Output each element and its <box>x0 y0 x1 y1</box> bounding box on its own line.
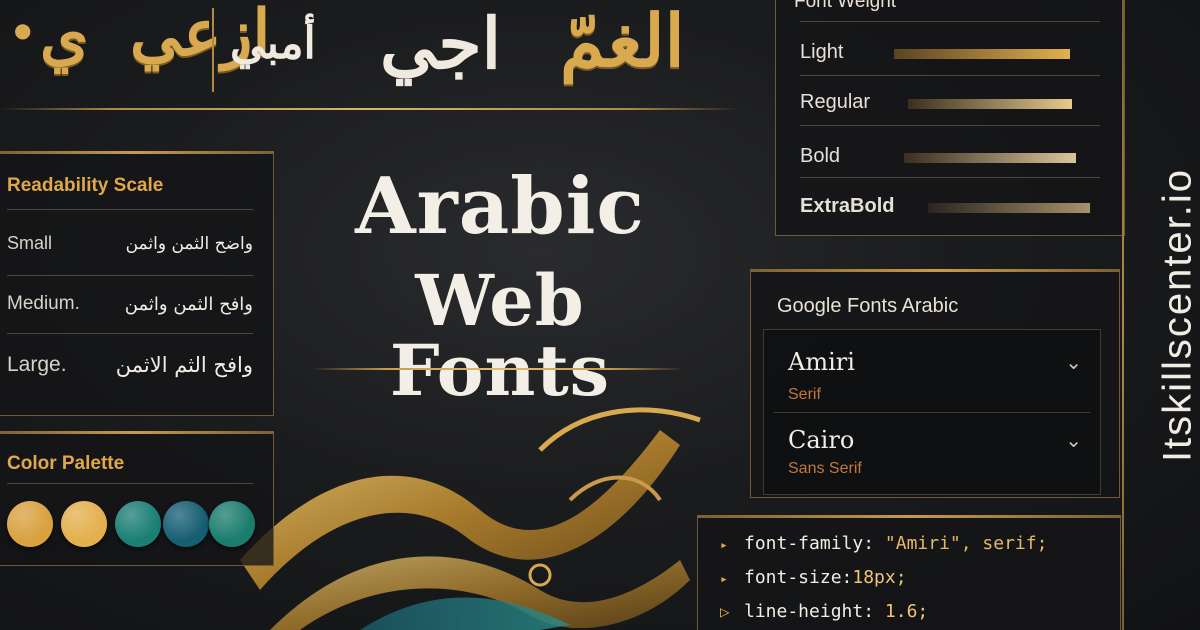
brand-sidebar: Itskillscenter.io <box>1118 0 1200 630</box>
font-weight-bar <box>894 49 1070 59</box>
chevron-down-icon[interactable]: ⌄ <box>1065 350 1082 374</box>
headline-underline <box>312 368 684 370</box>
color-palette-title: Color Palette <box>7 453 125 474</box>
readability-sample: واضح الثمن واثمن <box>125 233 253 254</box>
css-code-panel: ▸ font-family: "Amiri", serif; ▸ font-size… <box>697 515 1121 630</box>
brand-url[interactable]: Itskillscenter.io <box>1156 168 1200 462</box>
google-fonts-panel: Google Fonts Arabic Amiri Serif ⌄ Cairo … <box>750 269 1120 498</box>
readability-sample: وافح الثمن واثمن <box>124 293 253 315</box>
bullet-icon: ▸ <box>720 538 728 553</box>
readability-label: Large. <box>7 353 67 376</box>
readability-label: Medium. <box>7 293 80 314</box>
font-weight-bar <box>928 203 1090 213</box>
font-weight-bar <box>908 99 1072 109</box>
font-weight-label: ExtraBold <box>800 195 895 217</box>
readability-title: Readability Scale <box>7 175 164 196</box>
google-fonts-title: Google Fonts Arabic <box>777 295 959 317</box>
font-weight-row-regular: Regular <box>800 87 1100 117</box>
headline-line-2: Web Fonts <box>389 259 611 412</box>
font-weight-label: Light <box>800 41 844 63</box>
panel-top-accent <box>750 269 1120 272</box>
top-calligraphy-strip: ● ي ازعي أمبي اجي الغمّ <box>0 0 740 112</box>
code-value: 18px; <box>852 567 907 588</box>
divider <box>7 483 253 484</box>
font-option-name: Amiri <box>788 348 855 376</box>
code-property: line-height: <box>744 601 875 622</box>
calligraphy-dot-ornament: ● <box>14 18 32 42</box>
divider <box>800 21 1100 22</box>
calligraphy-word: الغمّ <box>560 0 685 83</box>
panel-top-accent <box>0 431 274 434</box>
panel-top-accent <box>697 515 1121 518</box>
divider <box>7 333 253 334</box>
code-property: font-family: <box>744 533 875 554</box>
font-weight-row-bold: Bold <box>800 141 1100 171</box>
font-select-list: Amiri Serif ⌄ Cairo Sans Serif ⌄ <box>763 329 1101 495</box>
font-weight-row-light: Light <box>800 37 1100 67</box>
page-title: Arabic Web Fonts <box>300 168 700 406</box>
font-weight-bar <box>904 153 1076 163</box>
readability-label: Small <box>7 233 53 253</box>
font-weight-panel: Font Weight Light Regular Bold ExtraBold <box>775 0 1125 236</box>
font-weight-row-extrabold: ExtraBold <box>800 191 1100 221</box>
color-swatch[interactable] <box>209 501 255 547</box>
font-weight-label: Bold <box>800 145 841 167</box>
font-weight-label: Regular <box>800 91 871 113</box>
divider <box>800 177 1100 178</box>
font-option-category: Sans Serif <box>788 460 862 477</box>
code-line: ▸ font-family: "Amiri", serif; <box>720 533 1047 554</box>
code-property: font-size: <box>744 567 853 588</box>
code-value: 1.6; <box>884 601 929 622</box>
color-swatch[interactable] <box>115 501 161 547</box>
divider <box>774 412 1090 413</box>
divider <box>7 275 253 276</box>
divider <box>800 125 1100 126</box>
font-weight-title: Font Weight <box>794 0 897 12</box>
code-line: ▷ line-height: 1.6; <box>720 601 928 622</box>
font-option-amiri[interactable]: Amiri Serif ⌄ <box>774 348 1090 408</box>
calligraphy-word: أمبي <box>230 18 316 69</box>
bullet-icon: ▷ <box>720 602 730 621</box>
calligraphy-divider <box>212 8 214 92</box>
bullet-icon: ▸ <box>720 572 728 587</box>
divider <box>7 209 253 210</box>
panel-top-accent <box>0 151 274 154</box>
readability-sample: وافح الثم الاثمن <box>115 353 253 377</box>
code-value: "Amiri", serif; <box>884 533 1048 554</box>
code-line: ▸ font-size:18px; <box>720 567 907 588</box>
color-swatch[interactable] <box>61 501 107 547</box>
color-swatch[interactable] <box>7 501 53 547</box>
decorative-calligraphy-ornament <box>240 407 701 630</box>
color-palette-panel: Color Palette <box>0 431 274 566</box>
top-divider-rule <box>0 108 740 110</box>
brand-divider <box>1122 0 1124 630</box>
divider <box>800 75 1100 76</box>
readability-row-medium: Medium. وافح الثمن واثمن <box>7 293 253 315</box>
headline-line-1: Arabic <box>355 161 645 252</box>
readability-row-small: Small واضح الثمن واثمن <box>7 233 253 254</box>
color-swatch[interactable] <box>163 501 209 547</box>
calligraphy-word: ي <box>40 0 89 73</box>
calligraphy-word: اجي <box>380 2 502 85</box>
font-option-name: Cairo <box>788 426 855 454</box>
font-option-category: Serif <box>788 386 821 403</box>
font-option-cairo[interactable]: Cairo Sans Serif ⌄ <box>774 426 1090 486</box>
readability-scale-panel: Readability Scale Small واضح الثمن واثمن… <box>0 151 274 416</box>
readability-row-large: Large. وافح الثم الاثمن <box>7 353 253 377</box>
chevron-down-icon[interactable]: ⌄ <box>1065 428 1082 452</box>
